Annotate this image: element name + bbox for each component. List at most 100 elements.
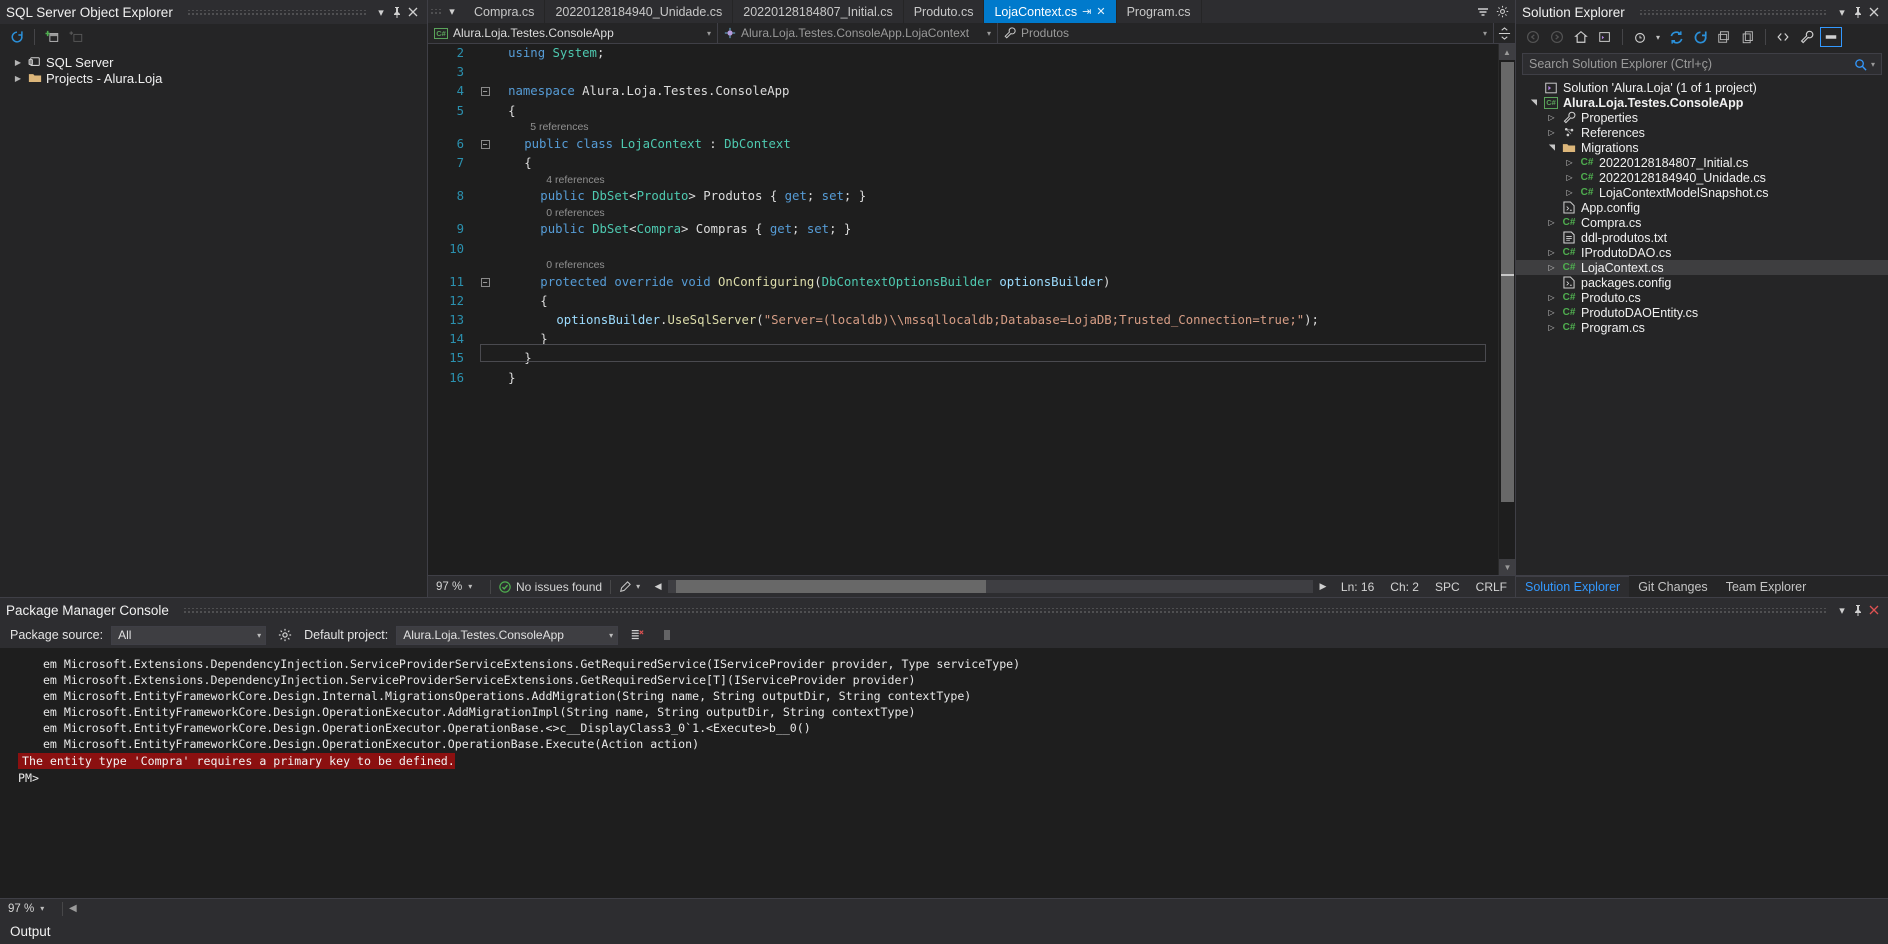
chevron-right-icon[interactable]: ▷ (1546, 113, 1557, 122)
split-view-icon[interactable] (1493, 23, 1515, 43)
code-text[interactable]: using System; (508, 44, 604, 63)
code-text[interactable]: { (508, 102, 515, 121)
scroll-down-arrow[interactable]: ▼ (1499, 559, 1515, 575)
chevron-right-icon[interactable]: ▷ (1546, 263, 1557, 272)
fold-box[interactable]: − (480, 87, 490, 97)
code-text[interactable]: optionsBuilder.UseSqlServer("Server=(loc… (556, 311, 1319, 330)
editor-issues-status[interactable]: No issues found (491, 576, 610, 597)
console-scroll-arrow[interactable]: ◀ (63, 903, 77, 914)
code-view-icon[interactable] (1772, 27, 1794, 47)
codelens-references[interactable]: 00 references (428, 259, 1498, 273)
navbar-project-dropdown[interactable]: C# Alura.Loja.Testes.ConsoleApp ▾ (428, 23, 718, 43)
chevron-down-icon[interactable]: ▾ (1834, 3, 1850, 21)
scroll-up-arrow[interactable]: ▲ (1499, 44, 1515, 60)
chevron-down-icon[interactable]: ▾ (40, 904, 44, 913)
code-text[interactable]: } (508, 369, 515, 388)
chevron-right-icon[interactable]: ▷ (1546, 248, 1557, 257)
chevron-down-icon[interactable]: ▾ (373, 3, 389, 21)
back-icon[interactable] (1522, 27, 1544, 47)
search-chevron-down-icon[interactable]: ▾ (1867, 60, 1875, 69)
solution-icon[interactable] (1594, 27, 1616, 47)
codelens-references[interactable]: 04 references (428, 173, 1498, 187)
tabstrip-chevron-down-icon[interactable]: ▾ (444, 3, 460, 21)
chevron-right-icon[interactable]: ▶ (12, 74, 24, 83)
default-project-dropdown[interactable]: Alura.Loja.Testes.ConsoleApp ▾ (396, 625, 619, 645)
clear-console-icon[interactable] (626, 625, 648, 645)
sync-icon[interactable] (1665, 27, 1687, 47)
solution-tree-item[interactable]: ▷ Properties (1516, 110, 1888, 125)
console-zoom-combo[interactable]: 97 % ▾ (0, 903, 62, 915)
editor-pen-dropdown[interactable]: ▾ (611, 576, 648, 597)
code-text[interactable]: namespace Alura.Loja.Testes.ConsoleApp (508, 82, 789, 101)
search-input[interactable] (1529, 57, 1854, 71)
close-tab-icon[interactable]: ✕ (1096, 5, 1105, 18)
solution-tree-item[interactable]: ▷ C# ProdutoDAOEntity.cs (1516, 305, 1888, 320)
fold-box[interactable]: − (480, 139, 490, 149)
refresh-icon[interactable] (1689, 27, 1711, 47)
code-text[interactable]: } (524, 349, 531, 368)
chevron-right-icon[interactable]: ▷ (1546, 308, 1557, 317)
properties-wrench-icon[interactable] (1796, 27, 1818, 47)
solution-tree-item[interactable]: · packages.config (1516, 275, 1888, 290)
solution-tree-item[interactable]: ▷ C# 20220128184940_Unidade.cs (1516, 170, 1888, 185)
tab-git-changes[interactable]: Git Changes (1629, 576, 1716, 597)
source-code[interactable]: 2 using System; 3 4 − namespace Alura.Loja.Te… (428, 44, 1498, 388)
hscroll-thumb[interactable] (676, 580, 986, 593)
close-icon[interactable] (1866, 601, 1882, 619)
chevron-right-icon[interactable]: ▷ (1564, 158, 1575, 167)
code-line[interactable]: 2 using System; (428, 44, 1498, 63)
solution-tree-item[interactable]: ▷ C# LojaContext.cs (1516, 260, 1888, 275)
pending-changes-chevron-down-icon[interactable]: ▾ (1653, 27, 1663, 47)
code-line[interactable]: 16} (428, 369, 1498, 388)
chevron-down-icon[interactable]: ▾ (468, 582, 472, 591)
fold-collapse-icon[interactable]: − (478, 139, 492, 149)
code-line[interactable]: 3 (428, 63, 1498, 82)
code-text[interactable]: public class LojaContext : DbContext (524, 135, 791, 154)
active-files-chevron-down-icon[interactable] (1475, 3, 1491, 21)
tree-item-sql-server[interactable]: ▶ SQL Server (0, 54, 427, 70)
chevron-down-icon[interactable]: ▾ (987, 29, 991, 38)
close-icon[interactable] (1866, 3, 1882, 21)
navbar-member-dropdown[interactable]: Produtos ▾ (998, 23, 1493, 43)
codelens-references[interactable]: 00 references (428, 206, 1498, 220)
code-line[interactable]: 9 public DbSet<Compra> Compras { get; set… (428, 220, 1498, 239)
pin-tab-icon[interactable]: ⇥ (1082, 5, 1091, 18)
code-line[interactable]: 14} (428, 330, 1498, 349)
close-icon[interactable] (405, 3, 421, 21)
fold-box[interactable]: − (480, 277, 490, 287)
code-line[interactable]: 13 optionsBuilder.UseSqlServer("Server=(l… (428, 311, 1498, 330)
home-icon[interactable] (1570, 27, 1592, 47)
editor-zoom-combo[interactable]: 97 % ▾ (428, 581, 490, 593)
chevron-down-icon[interactable]: ◢ (1529, 97, 1538, 108)
pending-changes-icon[interactable] (1629, 27, 1651, 47)
chevron-right-icon[interactable]: ▷ (1546, 293, 1557, 302)
code-line[interactable]: 12 { (428, 292, 1498, 311)
chevron-down-icon[interactable]: ◢ (1547, 142, 1556, 153)
codelens-references[interactable]: 05 references (428, 121, 1498, 135)
package-source-dropdown[interactable]: All ▾ (111, 625, 267, 645)
solution-tree-item[interactable]: ▷ C# LojaContextModelSnapshot.cs (1516, 185, 1888, 200)
code-text[interactable]: { (524, 154, 531, 173)
scrollbar-thumb[interactable] (1501, 62, 1514, 502)
tree-item-projects-alura-loja[interactable]: ▶ Projects - Alura.Loja (0, 70, 427, 86)
code-line[interactable]: 15} (428, 349, 1498, 368)
code-text[interactable]: public DbSet<Compra> Compras { get; set;… (540, 220, 851, 239)
solution-tree-item[interactable]: ◢ C# Alura.Loja.Testes.ConsoleApp (1516, 95, 1888, 110)
pin-icon[interactable] (389, 3, 405, 21)
solution-tree-item[interactable]: ◢ Migrations (1516, 140, 1888, 155)
console-prompt[interactable]: PM> (0, 770, 1888, 786)
solution-tree-item[interactable]: ▷ C# Program.cs (1516, 320, 1888, 335)
solution-tree-item[interactable]: ▷ C# Produto.cs (1516, 290, 1888, 305)
chevron-down-icon[interactable]: ▾ (603, 631, 613, 640)
pin-icon[interactable] (1850, 601, 1866, 619)
chevron-right-icon[interactable]: ▷ (1546, 218, 1557, 227)
hscroll-track[interactable] (668, 580, 1313, 593)
code-text[interactable]: } (540, 330, 547, 349)
document-tab-program[interactable]: Program.cs (1116, 0, 1202, 23)
chevron-down-icon[interactable]: ▾ (1834, 601, 1850, 619)
code-text[interactable]: protected override void OnConfiguring(Db… (540, 273, 1110, 292)
code-text[interactable]: { (540, 292, 547, 311)
add-server-icon[interactable] (41, 27, 63, 47)
chevron-down-icon[interactable]: ▾ (636, 582, 640, 591)
chevron-right-icon[interactable]: ▷ (1564, 188, 1575, 197)
